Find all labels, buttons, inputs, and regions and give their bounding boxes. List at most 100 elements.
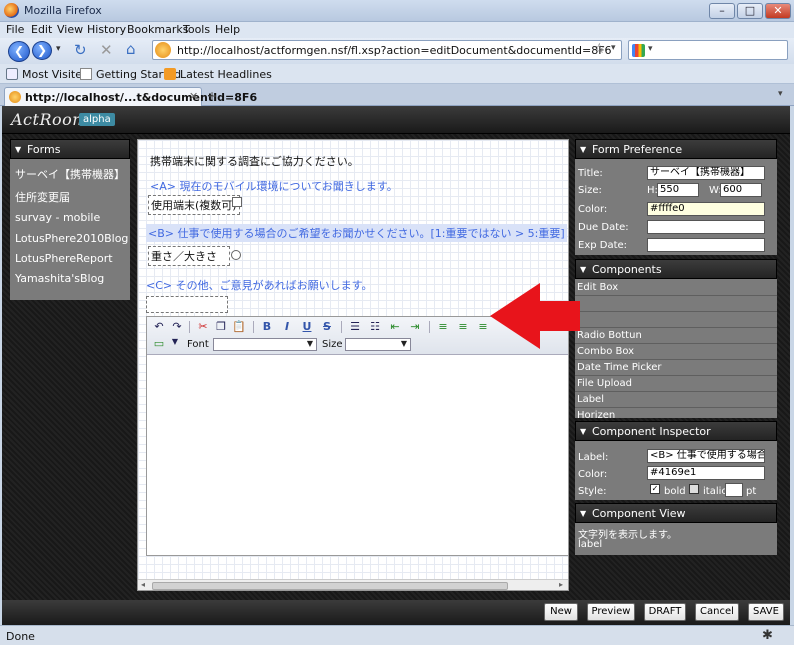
canvas-horizontal-scrollbar[interactable]: ◂ ▸ xyxy=(138,579,568,590)
tab-close-icon[interactable]: ✕ xyxy=(189,90,198,103)
align-right-icon[interactable]: ≡ xyxy=(475,320,491,334)
url-bar[interactable]: http://localhost/actformgen.nsf/fl.xsp?a… xyxy=(152,40,622,60)
firebug-icon[interactable]: ✱ xyxy=(762,628,773,643)
width-input[interactable]: 600 xyxy=(720,183,762,197)
component-label[interactable]: Label xyxy=(575,392,777,408)
components-header[interactable]: ▼ Components xyxy=(575,259,777,279)
menu-bookmarks[interactable]: Bookmarks xyxy=(127,23,188,36)
minimize-button[interactable]: – xyxy=(709,3,735,19)
component-radio-button[interactable]: Radio Bottun xyxy=(575,328,777,344)
bookmark-star-icon[interactable]: ☆ xyxy=(593,41,606,57)
menu-edit[interactable]: Edit xyxy=(31,23,52,36)
italic-checkbox[interactable] xyxy=(689,484,699,494)
cancel-button[interactable]: Cancel xyxy=(695,603,739,621)
menu-history[interactable]: History xyxy=(87,23,126,36)
underline-icon[interactable]: U xyxy=(299,320,315,334)
form-item[interactable]: サーベイ【携帯機器】 xyxy=(15,166,125,182)
bookmark-latest-headlines[interactable]: Latest Headlines xyxy=(180,68,272,81)
align-left-icon[interactable]: ≡ xyxy=(435,320,451,334)
numbered-list-icon[interactable]: ☰ xyxy=(347,320,363,334)
outdent-icon[interactable]: ⇤ xyxy=(387,320,403,334)
menu-view[interactable]: View xyxy=(57,23,83,36)
form-color-input[interactable]: #ffffe0 xyxy=(647,202,765,216)
component-horizontal-line[interactable]: Horizen xyxy=(575,408,777,418)
rich-text-editor[interactable]: ↶ ↷ ✂ ❐ 📋 B I U S ☰ ☷ ⇤ ⇥ ≡ ≡ ≡ ▭ ▼ Font… xyxy=(146,316,568,556)
tab-list-icon[interactable]: ▾ xyxy=(778,89,783,99)
search-box[interactable]: ▾ xyxy=(628,40,788,60)
component-date-time-picker[interactable]: Date Time Picker xyxy=(575,360,777,376)
question-b-label[interactable]: <B> 仕事で使用する場合のご希望をお聞かせください。[1:重要ではない > 5… xyxy=(146,224,567,242)
bullet-list-icon[interactable]: ☷ xyxy=(367,320,383,334)
paste-icon[interactable]: 📋 xyxy=(231,320,247,334)
undo-icon[interactable]: ↶ xyxy=(151,320,167,334)
menu-help[interactable]: Help xyxy=(215,23,240,36)
bold-icon[interactable]: B xyxy=(259,320,275,334)
reload-icon[interactable]: ↻ xyxy=(74,41,87,59)
title-input[interactable]: サーベイ【携帯機器】 xyxy=(647,166,765,180)
form-item[interactable]: survay - mobile xyxy=(15,211,100,224)
form-item[interactable]: 住所変更届 xyxy=(15,189,70,205)
new-tab-icon[interactable]: + xyxy=(207,89,217,103)
scrollbar-thumb[interactable] xyxy=(152,582,508,590)
inspector-label-input[interactable]: <B> 仕事で使用する場合の xyxy=(647,449,765,463)
component-combo-box[interactable]: Combo Box xyxy=(575,344,777,360)
image-dropdown-icon[interactable]: ▼ xyxy=(167,337,183,351)
history-dropdown-icon[interactable]: ▾ xyxy=(56,44,61,54)
italic-icon[interactable]: I xyxy=(279,320,295,334)
form-item[interactable]: LotusPhereReport xyxy=(15,252,113,265)
cut-icon[interactable]: ✂ xyxy=(195,320,211,334)
component-inspector-header[interactable]: ▼ Component Inspector xyxy=(575,421,777,441)
inspector-color-input[interactable]: #4169e1 xyxy=(647,466,765,480)
component-multiline-edit-box[interactable] xyxy=(575,296,777,312)
question-c-label[interactable]: <C> その他、ご意見があればお願いします。 xyxy=(146,277,373,293)
weight-size-label[interactable]: 重さ／大きさ xyxy=(148,246,230,266)
search-engine-dropdown-icon[interactable]: ▾ xyxy=(648,44,653,54)
due-date-input[interactable] xyxy=(647,220,765,234)
preview-button[interactable]: Preview xyxy=(587,603,635,621)
component-check-box[interactable] xyxy=(575,312,777,328)
device-checkbox[interactable] xyxy=(232,197,242,207)
height-input[interactable]: 550 xyxy=(657,183,699,197)
weight-radio[interactable] xyxy=(231,250,241,260)
new-button[interactable]: New xyxy=(544,603,578,621)
empty-label-box[interactable] xyxy=(146,296,228,313)
save-button[interactable]: SAVE xyxy=(748,603,784,621)
site-identity-icon[interactable] xyxy=(155,42,171,58)
menu-file[interactable]: File xyxy=(6,23,24,36)
tab-current[interactable]: http://localhost/...t&documentId=8F6 ✕ xyxy=(4,87,257,106)
scroll-right-icon[interactable]: ▸ xyxy=(559,580,563,589)
indent-icon[interactable]: ⇥ xyxy=(407,320,423,334)
component-view-header[interactable]: ▼ Component View xyxy=(575,503,777,523)
question-a-label[interactable]: <A> 現在のモバイル環境についてお聞きします。 xyxy=(150,178,398,194)
component-edit-box[interactable]: Edit Box xyxy=(575,280,777,296)
home-icon[interactable]: ⌂ xyxy=(126,40,136,58)
size-select[interactable]: ▼ xyxy=(345,338,411,351)
stop-icon[interactable]: ✕ xyxy=(100,41,113,59)
align-center-icon[interactable]: ≡ xyxy=(455,320,471,334)
component-file-upload[interactable]: File Upload xyxy=(575,376,777,392)
device-field-label[interactable]: 使用端末(複数可) xyxy=(148,195,240,215)
form-design-canvas[interactable]: 携帯端末に関する調査にご協力ください。 <A> 現在のモバイル環境についてお聞き… xyxy=(137,139,569,591)
font-select[interactable]: ▼ xyxy=(213,338,317,351)
google-search-icon[interactable] xyxy=(632,44,645,57)
bookmark-most-visited[interactable]: Most Visited xyxy=(22,68,89,81)
back-icon[interactable]: ❮ xyxy=(8,41,30,62)
forward-icon[interactable]: ❯ xyxy=(32,41,52,60)
draft-button[interactable]: DRAFT xyxy=(644,603,686,621)
intro-label[interactable]: 携帯端末に関する調査にご協力ください。 xyxy=(150,153,359,169)
copy-icon[interactable]: ❐ xyxy=(213,320,229,334)
forms-panel-header[interactable]: ▼ Forms xyxy=(10,139,130,159)
exp-date-input[interactable] xyxy=(647,238,765,252)
menu-tools[interactable]: Tools xyxy=(183,23,210,36)
maximize-button[interactable]: □ xyxy=(737,3,763,19)
close-window-button[interactable]: ✕ xyxy=(765,3,791,19)
strikethrough-icon[interactable]: S xyxy=(319,320,335,334)
form-item[interactable]: Yamashita'sBlog xyxy=(15,272,104,285)
bold-checkbox[interactable]: ✓ xyxy=(650,484,660,494)
redo-icon[interactable]: ↷ xyxy=(169,320,185,334)
font-size-input[interactable] xyxy=(725,483,743,497)
scroll-left-icon[interactable]: ◂ xyxy=(141,580,145,589)
insert-image-icon[interactable]: ▭ xyxy=(151,337,167,351)
url-dropdown-icon[interactable]: ▾ xyxy=(611,43,616,53)
form-item[interactable]: LotusPhere2010Blog xyxy=(15,232,128,245)
